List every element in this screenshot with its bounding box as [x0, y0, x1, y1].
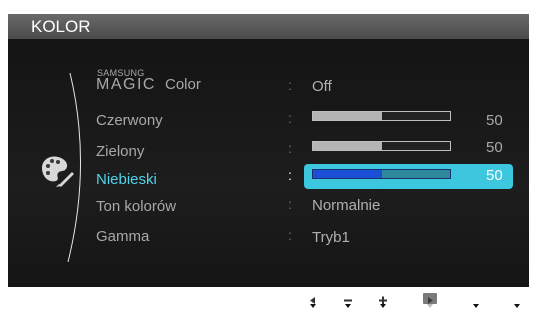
down-arrow-mark: [427, 304, 433, 308]
decorative-arc: [67, 72, 81, 263]
down-arrow-mark: [473, 304, 479, 308]
red-slider-fill: [313, 112, 382, 120]
green-value: 50: [486, 139, 503, 156]
enter-icon[interactable]: [423, 293, 437, 304]
down-arrow-mark: [380, 304, 386, 308]
separator: :: [288, 140, 292, 156]
down-arrow-mark: [514, 304, 520, 308]
green-slider[interactable]: [312, 141, 451, 151]
menu-item-tone[interactable]: Ton kolorów: [96, 198, 176, 215]
menu-item-gamma[interactable]: Gamma: [96, 228, 149, 245]
gamma-value: Tryb1: [312, 229, 350, 246]
left-arrow-icon[interactable]: [306, 293, 320, 304]
minus-icon[interactable]: [341, 293, 355, 304]
magic-color-value: Off: [312, 78, 332, 95]
separator: :: [288, 110, 292, 126]
separator: :: [288, 167, 292, 183]
separator: :: [288, 196, 292, 212]
tone-value: Normalnie: [312, 197, 381, 214]
blue-slider-fill: [313, 170, 382, 178]
red-slider[interactable]: [312, 111, 451, 121]
blue-value: 50: [486, 167, 503, 184]
magic-color-label: Color: [165, 76, 201, 93]
green-slider-fill: [313, 142, 382, 150]
magic-logo-text: MAGIC: [96, 76, 156, 93]
separator: :: [288, 77, 292, 93]
down-arrow-mark: [310, 304, 316, 308]
menu-item-green[interactable]: Zielony: [96, 143, 144, 160]
menu-item-blue[interactable]: Niebieski: [96, 171, 157, 188]
down-arrow-mark: [345, 304, 351, 308]
menu-item-red[interactable]: Czerwony: [96, 112, 163, 129]
power-icon[interactable]: [510, 291, 524, 305]
separator: :: [288, 227, 292, 243]
plus-icon[interactable]: [376, 293, 390, 305]
red-value: 50: [486, 112, 503, 129]
palette-icon: [42, 156, 74, 187]
blue-slider[interactable]: [312, 169, 451, 179]
